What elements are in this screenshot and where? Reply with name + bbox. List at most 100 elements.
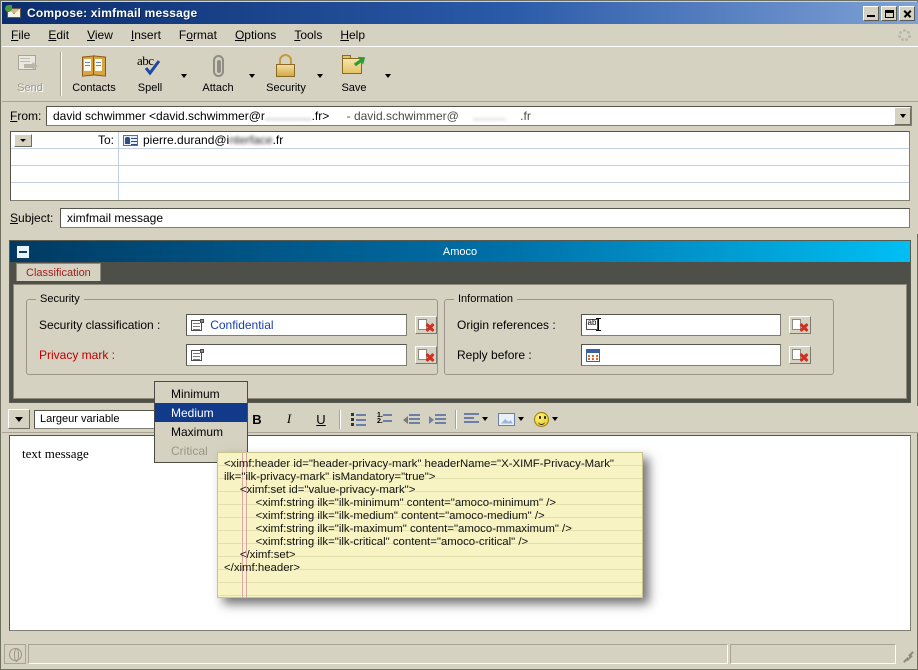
spell-dropdown-arrow[interactable] (178, 50, 190, 100)
attach-dropdown-arrow[interactable] (246, 50, 258, 100)
indent-button[interactable] (424, 409, 450, 430)
security-classification-value: Confidential (210, 318, 273, 332)
recipient-address-cell[interactable] (119, 149, 909, 165)
dropdown-item-medium[interactable]: Medium (155, 403, 247, 422)
resize-grip[interactable] (900, 647, 914, 661)
numbered-list-button[interactable]: 1. 2. (372, 409, 398, 430)
clear-reply-before-button[interactable] (789, 346, 811, 364)
information-groupbox: Information Origin references : ab (444, 299, 834, 375)
menu-item-edit[interactable]: Edit (39, 26, 78, 44)
table-row[interactable]: To: pierre.durand@interface.fr (11, 132, 909, 149)
recipient-type-cell[interactable] (11, 183, 119, 200)
table-row[interactable] (11, 183, 909, 200)
recipient-address: pierre.durand@i (143, 133, 229, 147)
recipient-address-cell[interactable] (119, 166, 909, 182)
subject-input[interactable]: ximfmail message (60, 208, 910, 228)
close-button[interactable] (899, 6, 915, 21)
paragraph-style-dropdown[interactable] (8, 409, 30, 429)
security-classification-input[interactable]: Confidential (186, 314, 407, 336)
contacts-button[interactable]: Contacts (66, 50, 122, 100)
from-account: - david.schwimmer@ (347, 109, 459, 123)
menu-item-options[interactable]: Options (226, 26, 285, 44)
clear-privacy-mark-button[interactable] (415, 346, 437, 364)
menu-item-format[interactable]: Format (170, 26, 226, 44)
security-button[interactable]: Security (258, 50, 314, 100)
font-family-value: Largeur variable (40, 413, 120, 425)
font-family-combo[interactable]: Largeur variable (34, 410, 156, 429)
origin-references-input[interactable]: ab (581, 314, 781, 336)
contacts-icon (80, 53, 108, 79)
dropdown-item-maximum[interactable]: Maximum (155, 422, 247, 441)
align-button[interactable] (462, 409, 490, 430)
bullet-list-button[interactable] (346, 409, 372, 430)
message-body-text: text message (22, 446, 89, 461)
text-field-icon: ab (586, 319, 602, 331)
list-icon (191, 349, 204, 362)
dropdown-item-minimum[interactable]: Minimum (155, 384, 247, 403)
table-row[interactable] (11, 166, 909, 183)
tab-classification[interactable]: Classification (16, 263, 101, 281)
numbered-list-icon: 1. 2. (377, 413, 393, 425)
recipient-address-cell[interactable] (119, 183, 909, 200)
smiley-button[interactable] (532, 409, 560, 430)
recipient-type-cell[interactable]: To: (11, 132, 119, 148)
insert-image-button[interactable] (496, 409, 526, 430)
privacy-mark-dropdown-list[interactable]: Minimum Medium Maximum Critical (154, 381, 248, 463)
recipient-type-cell[interactable] (11, 149, 119, 165)
information-group-legend: Information (454, 293, 517, 305)
menu-item-insert[interactable]: Insert (122, 26, 170, 44)
clear-security-classification-button[interactable] (415, 316, 437, 334)
compose-window: Compose: ximfmail message FFileile Edit … (0, 0, 918, 670)
status-zone (730, 644, 896, 664)
underline-button[interactable]: U (308, 409, 334, 430)
security-dropdown-arrow[interactable] (314, 50, 326, 100)
calendar-icon (586, 349, 600, 362)
format-toolbar: Largeur variable A A B I U (2, 406, 918, 433)
menu-item-help[interactable]: Help (331, 26, 374, 44)
recipient-address-cell[interactable]: pierre.durand@interface.fr (119, 132, 909, 148)
italic-button[interactable]: I (276, 409, 302, 430)
spell-button[interactable]: abc Spell (122, 50, 178, 100)
send-button[interactable]: Send (2, 50, 58, 100)
minimize-button[interactable] (863, 6, 879, 21)
menu-bar: FFileile Edit View Insert Format Options… (2, 24, 918, 47)
reply-before-label: Reply before : (457, 348, 581, 362)
security-label: Security (266, 82, 306, 94)
toolbar-separator (339, 410, 341, 429)
from-label: From: (2, 109, 46, 123)
from-dropdown-arrow[interactable] (894, 107, 911, 125)
table-row[interactable] (11, 149, 909, 166)
outdent-icon (403, 413, 420, 425)
send-icon (16, 53, 44, 79)
security-group-legend: Security (36, 293, 84, 305)
window-title: Compose: ximfmail message (27, 6, 197, 20)
privacy-mark-input[interactable] (186, 344, 407, 366)
spell-label: Spell (138, 82, 162, 94)
outdent-button[interactable] (398, 409, 424, 430)
chevron-down-icon (518, 417, 524, 421)
security-classification-row: Security classification : Confidential (39, 312, 437, 338)
recipient-type-cell[interactable] (11, 166, 119, 182)
clear-origin-references-button[interactable] (789, 316, 811, 334)
menu-item-tools[interactable]: Tools (285, 26, 331, 44)
header-fields: From: david schwimmer <david.schwimmer@r… (2, 102, 918, 234)
send-label: Send (17, 82, 43, 94)
menu-item-view[interactable]: View (78, 26, 122, 44)
title-bar: Compose: ximfmail message (2, 2, 918, 24)
from-row: From: david schwimmer <david.schwimmer@r… (2, 104, 918, 128)
security-groupbox: Security Security classification : Confi… (26, 299, 438, 375)
maximize-button[interactable] (881, 6, 897, 21)
classification-panel-title: Amoco (10, 246, 910, 258)
contacts-label: Contacts (72, 82, 115, 94)
from-combo[interactable]: david schwimmer <david.schwimmer@r......… (46, 106, 912, 126)
attach-button[interactable]: Attach (190, 50, 246, 100)
envelope-icon (6, 6, 22, 20)
security-classification-label: Security classification : (39, 318, 186, 332)
save-dropdown-arrow[interactable] (382, 50, 394, 100)
menu-item-file[interactable]: FFileile (2, 26, 39, 44)
toolbar-separator (60, 52, 62, 96)
recipient-type-dropdown-arrow[interactable] (14, 134, 32, 147)
bullet-list-icon (351, 413, 367, 425)
save-button[interactable]: Save (326, 50, 382, 100)
reply-before-input[interactable] (581, 344, 781, 366)
